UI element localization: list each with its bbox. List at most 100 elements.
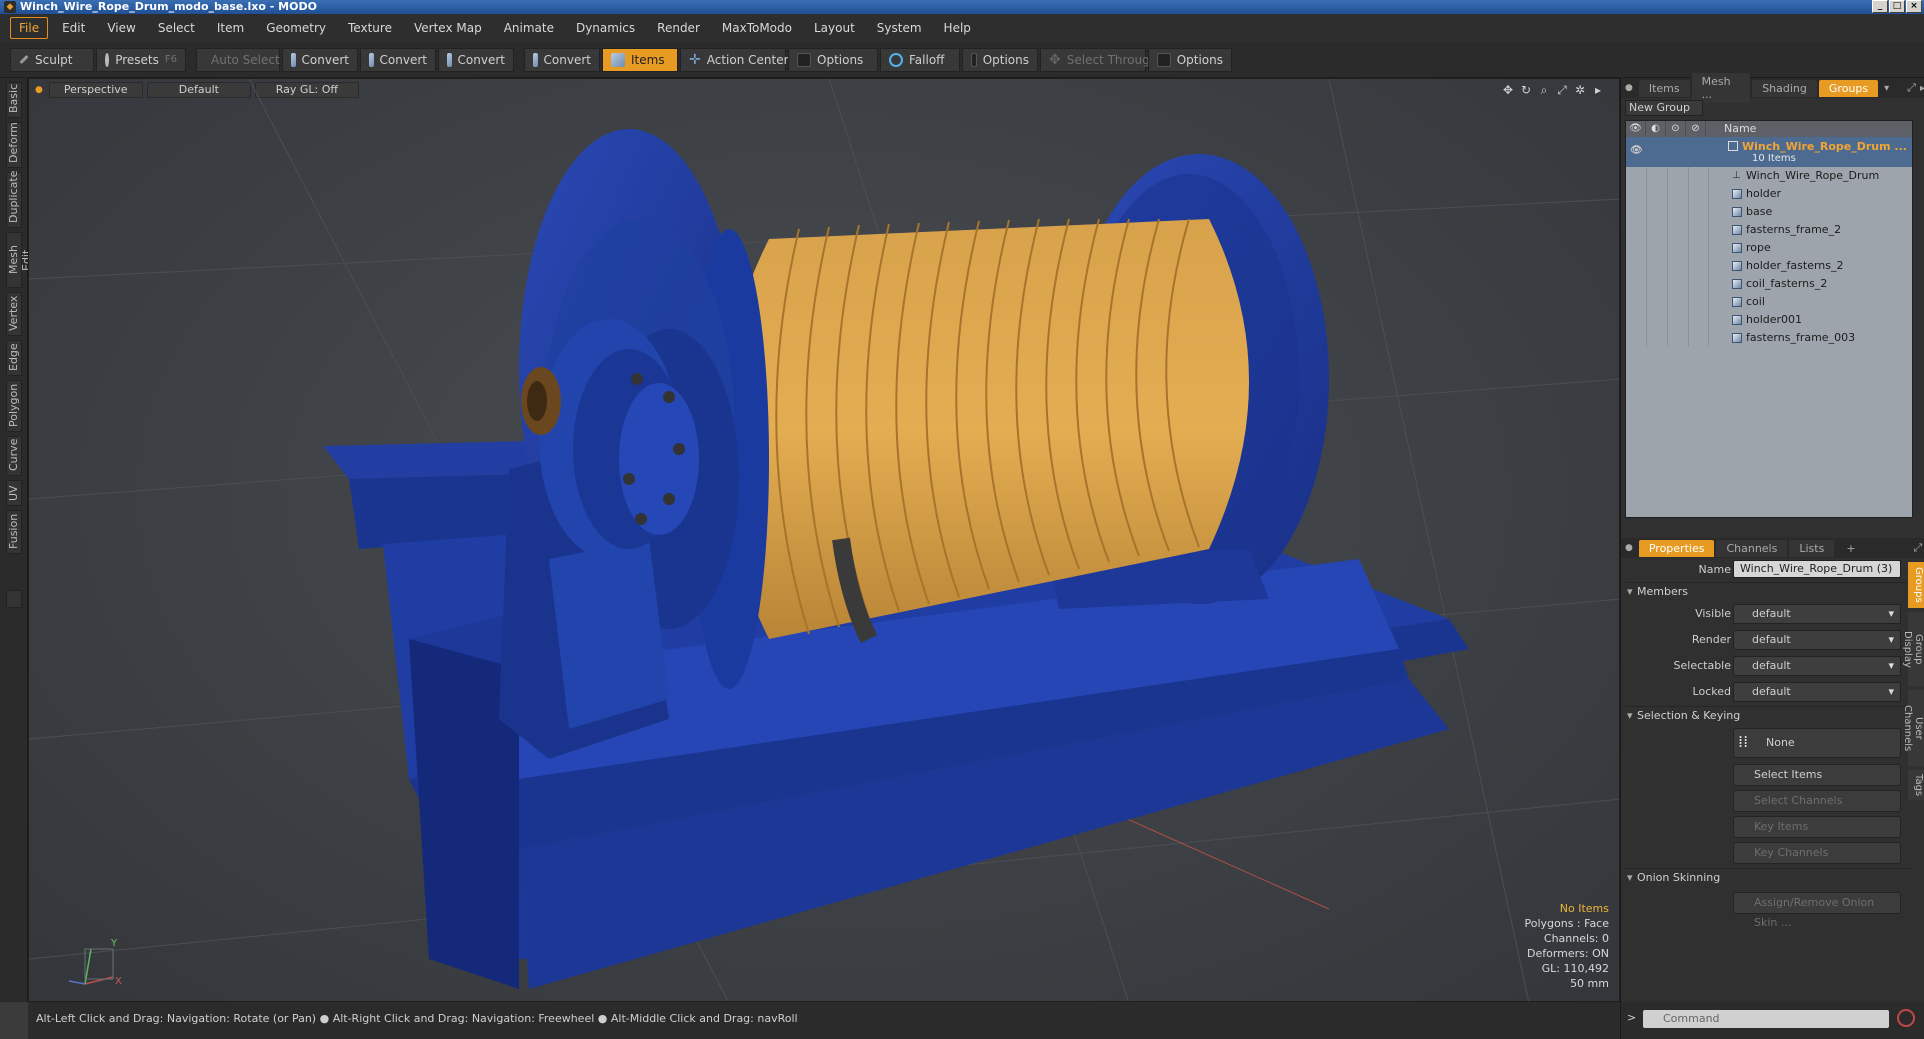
select-column-icon[interactable]: ⊘ bbox=[1686, 121, 1706, 137]
menu-vertex-map[interactable]: Vertex Map bbox=[406, 18, 490, 38]
list-item[interactable]: base bbox=[1626, 203, 1912, 221]
falloff-button[interactable]: Falloff bbox=[880, 47, 960, 72]
minimize-button[interactable]: _ bbox=[1872, 0, 1888, 13]
items-mode-button[interactable]: Items bbox=[602, 47, 678, 72]
list-item[interactable]: rope bbox=[1626, 239, 1912, 257]
onion-skinning-section[interactable]: Onion Skinning bbox=[1625, 868, 1911, 887]
item-name: Winch_Wire_Rope_Drum bbox=[1746, 169, 1880, 182]
side-tab-group-display[interactable]: Group Display bbox=[1902, 612, 1924, 686]
visible-dropdown[interactable]: default bbox=[1733, 604, 1901, 624]
list-item[interactable]: coil_fasterns_2 bbox=[1626, 275, 1912, 293]
new-group-button[interactable]: New Group bbox=[1625, 100, 1703, 116]
selection-keying-section[interactable]: Selection & Keying bbox=[1625, 706, 1911, 725]
expand-panel-icon[interactable]: ⤢ bbox=[1907, 81, 1916, 95]
command-input[interactable]: Command bbox=[1643, 1010, 1889, 1028]
list-item[interactable]: ⊥ Winch_Wire_Rope_Drum bbox=[1626, 167, 1912, 185]
list-item[interactable]: holder001 bbox=[1626, 311, 1912, 329]
convert-edges-button[interactable]: Convert bbox=[360, 47, 436, 72]
side-tab-groups[interactable]: Groups bbox=[1908, 562, 1924, 608]
select-through-button[interactable]: ✥ Select Through bbox=[1040, 47, 1157, 72]
items-icon bbox=[611, 52, 625, 67]
menu-geometry[interactable]: Geometry bbox=[258, 18, 334, 38]
close-button[interactable]: × bbox=[1906, 0, 1922, 13]
convert-polygons-button[interactable]: Convert bbox=[438, 47, 514, 72]
menu-help[interactable]: Help bbox=[936, 18, 979, 38]
mesh-icon bbox=[1732, 315, 1742, 325]
presets-button[interactable]: Presets F6 bbox=[96, 47, 186, 72]
tab-deform[interactable]: Deform bbox=[6, 122, 22, 168]
key-items-button[interactable]: Key Items bbox=[1733, 816, 1901, 838]
tab-shading[interactable]: Shading bbox=[1752, 79, 1817, 97]
tab-extra[interactable] bbox=[6, 590, 22, 608]
group-name-field[interactable]: Winch_Wire_Rope_Drum (3) bbox=[1733, 560, 1901, 578]
tab-polygon[interactable]: Polygon bbox=[6, 380, 22, 432]
menu-texture[interactable]: Texture bbox=[340, 18, 400, 38]
select-channels-button[interactable]: Select Channels bbox=[1733, 790, 1901, 812]
panel-chevron-icon[interactable]: ▸ bbox=[1920, 83, 1924, 94]
tab-mesh-edit[interactable]: Mesh Edit bbox=[6, 232, 33, 288]
menu-animate[interactable]: Animate bbox=[496, 18, 562, 38]
item-panel-tabs: ● Items Mesh ... Shading Groups ▾ ⤢ ▸ bbox=[1621, 73, 1924, 103]
menu-item[interactable]: Item bbox=[209, 18, 252, 38]
menu-maxtomodo[interactable]: MaxToModo bbox=[714, 18, 800, 38]
menu-file[interactable]: File bbox=[10, 17, 49, 39]
lock-column-icon[interactable]: ⊙ bbox=[1666, 121, 1686, 137]
convert-vertices-button[interactable]: Convert bbox=[282, 47, 358, 72]
render-dropdown[interactable]: default bbox=[1733, 630, 1901, 650]
select-through-options-button[interactable]: Options bbox=[1148, 47, 1232, 72]
menu-layout[interactable]: Layout bbox=[806, 18, 863, 38]
chevron-down-icon[interactable]: ▾ bbox=[1884, 83, 1889, 94]
menu-select[interactable]: Select bbox=[150, 18, 203, 38]
tab-curve[interactable]: Curve bbox=[6, 436, 22, 476]
list-item[interactable]: fasterns_frame_003 bbox=[1626, 329, 1912, 347]
list-item[interactable]: holder bbox=[1626, 185, 1912, 203]
tab-edge[interactable]: Edge bbox=[6, 340, 22, 376]
menu-dynamics[interactable]: Dynamics bbox=[568, 18, 643, 38]
render-column-icon[interactable]: ◐ bbox=[1646, 121, 1666, 137]
record-icon[interactable] bbox=[1897, 1009, 1915, 1027]
select-items-button[interactable]: Select Items bbox=[1733, 764, 1901, 786]
menu-system[interactable]: System bbox=[869, 18, 930, 38]
list-item[interactable]: coil bbox=[1626, 293, 1912, 311]
menu-edit[interactable]: Edit bbox=[54, 18, 93, 38]
convert-materials-button[interactable]: Convert bbox=[524, 47, 600, 72]
locked-dropdown[interactable]: default bbox=[1733, 682, 1901, 702]
navigation-hint: Alt-Left Click and Drag: Navigation: Rot… bbox=[36, 1012, 798, 1025]
key-channels-button[interactable]: Key Channels bbox=[1733, 842, 1901, 864]
group-row[interactable]: 👁 Winch_Wire_Rope_Drum ... 10 Items bbox=[1626, 137, 1912, 167]
action-center-button[interactable]: ✛ Action Center bbox=[680, 47, 789, 72]
side-tab-tags[interactable]: Tags bbox=[1908, 770, 1924, 800]
falloff-options-button[interactable]: Options bbox=[962, 47, 1038, 72]
panel-menu-icon[interactable]: ● bbox=[1625, 83, 1633, 93]
tab-basic[interactable]: Basic bbox=[6, 82, 22, 118]
toolbar: Sculpt Presets F6 Auto Select Convert Con… bbox=[0, 42, 1924, 78]
tab-duplicate[interactable]: Duplicate bbox=[6, 171, 22, 228]
eye-icon[interactable]: 👁 bbox=[1630, 145, 1643, 156]
selectable-dropdown[interactable]: default bbox=[1733, 656, 1901, 676]
axis-x-label: X bbox=[115, 976, 122, 987]
none-button[interactable]: ⁞⁞ None bbox=[1733, 728, 1901, 758]
item-name: coil_fasterns_2 bbox=[1746, 277, 1828, 290]
list-item[interactable]: fasterns_frame_2 bbox=[1626, 221, 1912, 239]
side-tab-user-channels[interactable]: User Channels bbox=[1902, 690, 1924, 766]
maximize-button[interactable]: □ bbox=[1889, 0, 1905, 13]
members-section[interactable]: Members bbox=[1625, 582, 1911, 601]
menu-view[interactable]: View bbox=[99, 18, 143, 38]
tab-fusion[interactable]: Fusion bbox=[6, 510, 22, 554]
assign-onion-skin-button[interactable]: Assign/Remove Onion Skin ... bbox=[1733, 892, 1901, 929]
sculpt-button[interactable]: Sculpt bbox=[10, 47, 94, 72]
3d-viewport[interactable]: ● Perspective Default Ray GL: Off ✥ ↻ ⌕ … bbox=[28, 78, 1620, 1002]
list-item[interactable]: holder_fasterns_2 bbox=[1626, 257, 1912, 275]
tab-uv[interactable]: UV bbox=[6, 480, 22, 506]
tab-mesh[interactable]: Mesh ... bbox=[1691, 73, 1751, 103]
mesh-icon bbox=[1732, 297, 1742, 307]
render-label: Render bbox=[1691, 633, 1731, 646]
expand-panel-icon[interactable]: ⤢ bbox=[1914, 541, 1923, 555]
tab-groups[interactable]: Groups bbox=[1818, 79, 1879, 97]
tab-vertex[interactable]: Vertex bbox=[6, 292, 22, 336]
auto-select-button[interactable]: Auto Select bbox=[196, 47, 280, 72]
menu-render[interactable]: Render bbox=[649, 18, 708, 38]
tab-items[interactable]: Items bbox=[1638, 79, 1690, 97]
visibility-column-icon[interactable]: 👁 bbox=[1626, 121, 1646, 137]
action-center-options-button[interactable]: Options bbox=[788, 47, 878, 72]
